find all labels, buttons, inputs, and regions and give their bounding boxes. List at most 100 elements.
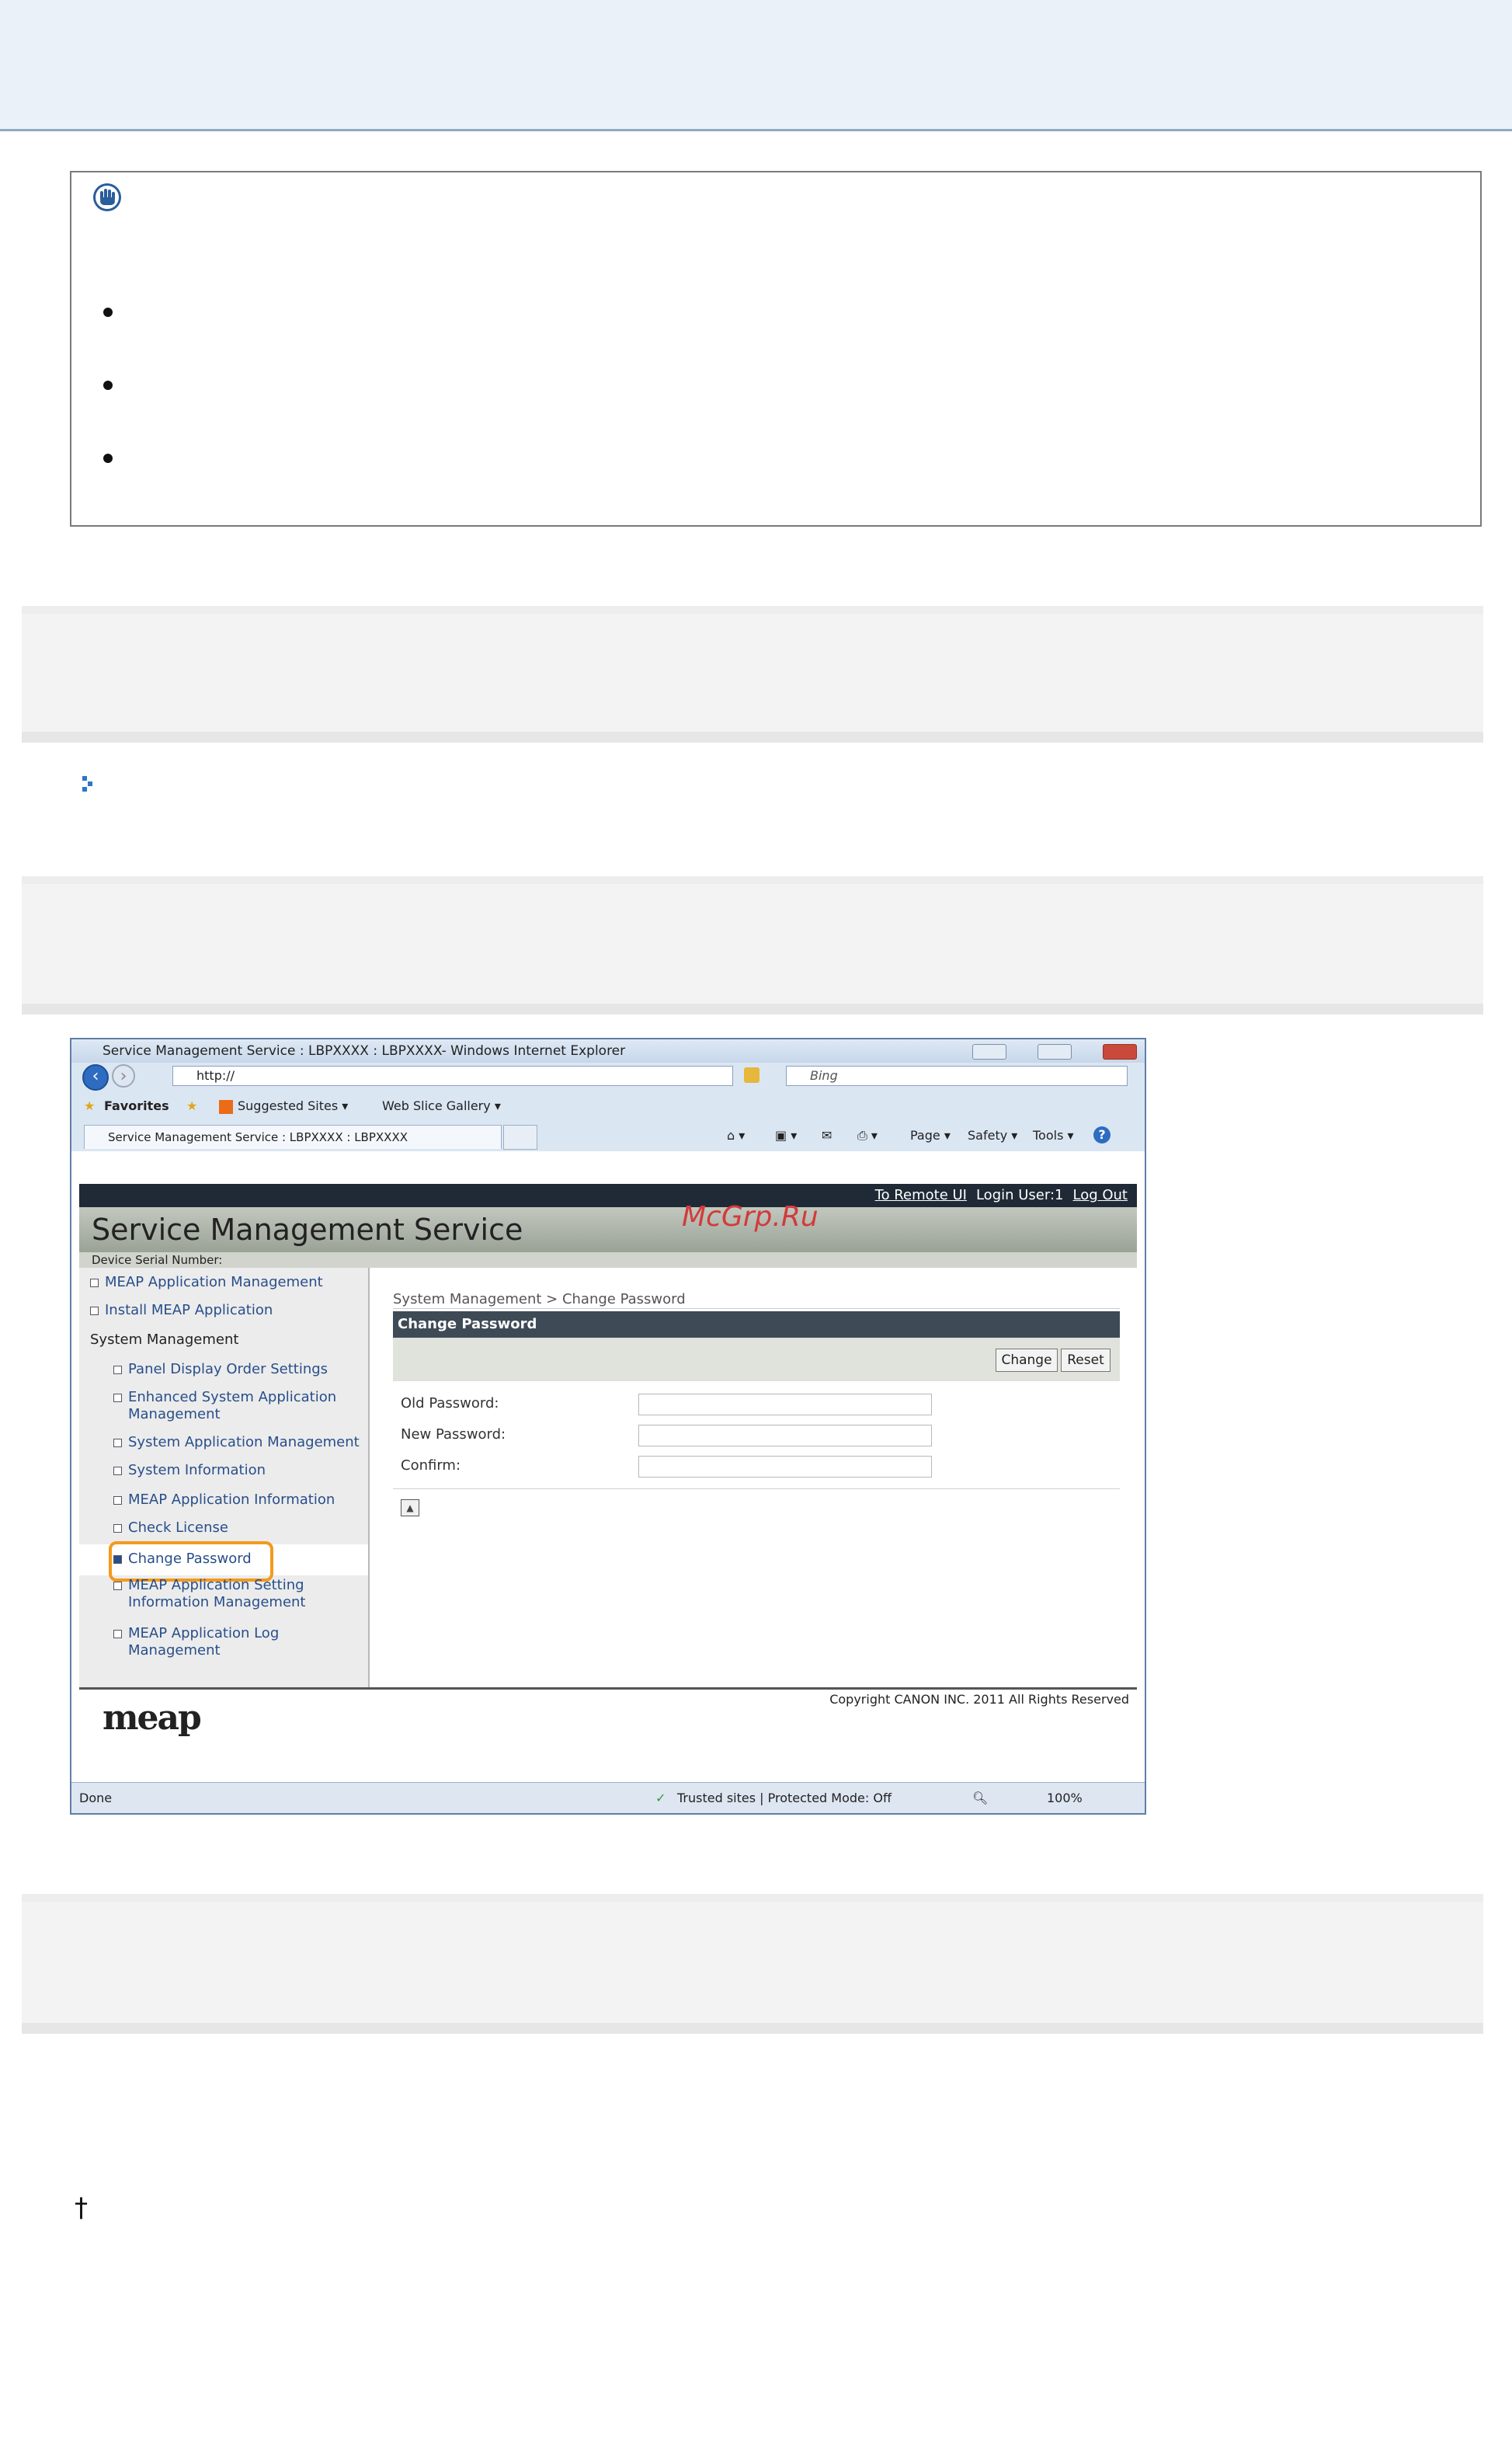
- sidebar-item-system-application-management[interactable]: System Application Management: [113, 1434, 360, 1450]
- login-user: Login User:1: [975, 1187, 1064, 1203]
- sidebar-item-label: System Information: [128, 1462, 266, 1478]
- sidebar: MEAP Application Management Install MEAP…: [79, 1268, 370, 1687]
- sidebar-item-label: Check License: [128, 1519, 228, 1536]
- window-title-bar: Service Management Service : LBPXXXX : L…: [71, 1039, 1145, 1063]
- sidebar-item-meap-application-log[interactable]: MEAP Application Log Management: [113, 1625, 279, 1659]
- browser-screenshot: Service Management Service : LBPXXXX : L…: [70, 1038, 1146, 1815]
- feeds-icon[interactable]: ▣ ▾: [775, 1128, 797, 1143]
- footer-divider: [79, 1687, 1137, 1690]
- panel-title: Change Password: [398, 1316, 537, 1332]
- serial-label: Device Serial Number:: [92, 1253, 223, 1267]
- to-remote-ui-link[interactable]: To Remote UI: [875, 1187, 967, 1203]
- page-top-icon[interactable]: ▲: [401, 1499, 419, 1516]
- check-icon: ✓: [655, 1791, 666, 1805]
- confirm-field[interactable]: [638, 1456, 932, 1478]
- window-controls: [941, 1044, 1137, 1060]
- status-bar: Done ✓ Trusted sites | Protected Mode: O…: [71, 1782, 1145, 1813]
- search-box[interactable]: Bing: [786, 1066, 1128, 1086]
- panel-button-bar: Change Reset: [393, 1338, 1120, 1381]
- square-bullet-icon: [113, 1466, 122, 1475]
- new-password-field[interactable]: [638, 1425, 932, 1446]
- sidebar-item-label: Change Password: [128, 1551, 252, 1567]
- hand-stop-icon: [93, 183, 121, 211]
- form-divider: [393, 1488, 1120, 1489]
- sidebar-item-label: MEAP Application Management: [105, 1274, 323, 1290]
- square-bullet-icon: [113, 1438, 122, 1447]
- safety-menu[interactable]: Safety ▾: [968, 1128, 1017, 1143]
- sidebar-item-panel-display-order[interactable]: Panel Display Order Settings: [113, 1361, 328, 1377]
- window-title: Service Management Service : LBPXXXX : L…: [103, 1043, 626, 1059]
- panel-header: Change Password: [393, 1311, 1120, 1338]
- sidebar-item-enhanced-system-application[interactable]: Enhanced System Application Management: [113, 1389, 336, 1423]
- arrow-right-icon: [82, 776, 92, 792]
- sidebar-item-meap-application-information[interactable]: MEAP Application Information: [113, 1492, 335, 1508]
- breadcrumb: System Management > Change Password: [393, 1291, 686, 1307]
- zoom-icon[interactable]: 🔍︎: [972, 1783, 988, 1813]
- tab-bar: Service Management Service : LBPXXXX : L…: [71, 1122, 1145, 1151]
- status-zoom[interactable]: 100%: [1047, 1783, 1083, 1813]
- note-bullet: [103, 381, 113, 390]
- page-header-band: [0, 0, 1512, 131]
- sidebar-heading-system-management: System Management: [90, 1331, 239, 1348]
- browser-tab[interactable]: Service Management Service : LBPXXXX : L…: [84, 1125, 502, 1149]
- logout-link[interactable]: Log Out: [1072, 1187, 1128, 1203]
- mail-icon[interactable]: ✉: [822, 1128, 832, 1143]
- help-icon[interactable]: ?: [1093, 1126, 1111, 1143]
- print-icon[interactable]: ⎙ ▾: [857, 1128, 878, 1143]
- sidebar-item-meap-application-management[interactable]: MEAP Application Management: [90, 1274, 323, 1290]
- sidebar-item-check-license[interactable]: Check License: [113, 1519, 228, 1536]
- sidebar-item-system-information[interactable]: System Information: [113, 1462, 266, 1478]
- dagger-mark: †: [75, 2192, 88, 2223]
- sidebar-item-label: Install MEAP Application: [105, 1302, 273, 1318]
- sidebar-item-change-password[interactable]: Change Password: [113, 1551, 252, 1567]
- step-band: [22, 606, 1483, 743]
- square-bullet-icon: [113, 1495, 122, 1505]
- address-text: http://: [196, 1068, 235, 1083]
- suggested-sites-link[interactable]: Suggested Sites ▾: [238, 1091, 348, 1122]
- sidebar-item-label: Management: [128, 1642, 221, 1659]
- meap-logo: meap: [103, 1698, 202, 1738]
- main-content: System Management > Change Password Chan…: [370, 1268, 1137, 1687]
- web-slice-gallery-link[interactable]: Web Slice Gallery ▾: [382, 1091, 501, 1122]
- sidebar-item-install-meap-application[interactable]: Install MEAP Application: [90, 1302, 273, 1318]
- sidebar-item-label: MEAP Application Setting: [128, 1577, 304, 1593]
- lock-icon: [744, 1067, 759, 1083]
- close-button[interactable]: [1103, 1044, 1137, 1060]
- note-bullet: [103, 308, 113, 317]
- address-toolbar: ‹ › http:// Bing: [71, 1063, 1145, 1091]
- tools-menu[interactable]: Tools ▾: [1033, 1128, 1074, 1143]
- favorites-star-icon: ★: [84, 1098, 96, 1113]
- sms-title: Service Management Service: [92, 1213, 523, 1247]
- minimize-button[interactable]: [972, 1044, 1006, 1060]
- new-password-label: New Password:: [401, 1426, 506, 1443]
- sidebar-item-label: Information Management: [128, 1594, 306, 1610]
- note-box: [70, 171, 1482, 527]
- square-bullet-icon: [113, 1365, 122, 1374]
- square-bullet-icon: [113, 1581, 122, 1590]
- serial-bar: Device Serial Number:: [79, 1252, 1137, 1268]
- maximize-button[interactable]: [1038, 1044, 1072, 1060]
- suggested-sites-icon: [219, 1100, 233, 1114]
- change-button[interactable]: Change: [996, 1349, 1058, 1372]
- search-placeholder: Bing: [810, 1068, 838, 1083]
- status-done: Done: [79, 1791, 113, 1805]
- sidebar-item-label: Enhanced System Application: [128, 1389, 337, 1405]
- watermark: McGrp.Ru: [682, 1201, 819, 1233]
- new-tab-button[interactable]: [503, 1125, 537, 1150]
- home-icon[interactable]: ⌂ ▾: [727, 1128, 745, 1143]
- reset-button[interactable]: Reset: [1061, 1349, 1111, 1372]
- sms-top-bar: To Remote UI Login User:1 Log Out: [79, 1184, 1137, 1207]
- forward-button[interactable]: ›: [112, 1064, 135, 1088]
- old-password-field[interactable]: [638, 1394, 932, 1415]
- tab-title: Service Management Service : LBPXXXX : L…: [108, 1130, 408, 1144]
- square-bullet-icon: [113, 1393, 122, 1402]
- status-zone: Trusted sites | Protected Mode: Off: [677, 1791, 892, 1805]
- add-favorite-icon: ★: [186, 1098, 198, 1113]
- back-button[interactable]: ‹: [82, 1064, 109, 1091]
- copyright: Copyright CANON INC. 2011 All Rights Res…: [829, 1692, 1129, 1707]
- sms-header: Service Management Service: [79, 1207, 1137, 1252]
- page-menu[interactable]: Page ▾: [910, 1128, 951, 1143]
- address-bar[interactable]: http://: [172, 1066, 733, 1086]
- sidebar-item-meap-application-setting[interactable]: MEAP Application Setting Information Mana…: [113, 1577, 306, 1611]
- favorites-button[interactable]: Favorites: [104, 1091, 169, 1122]
